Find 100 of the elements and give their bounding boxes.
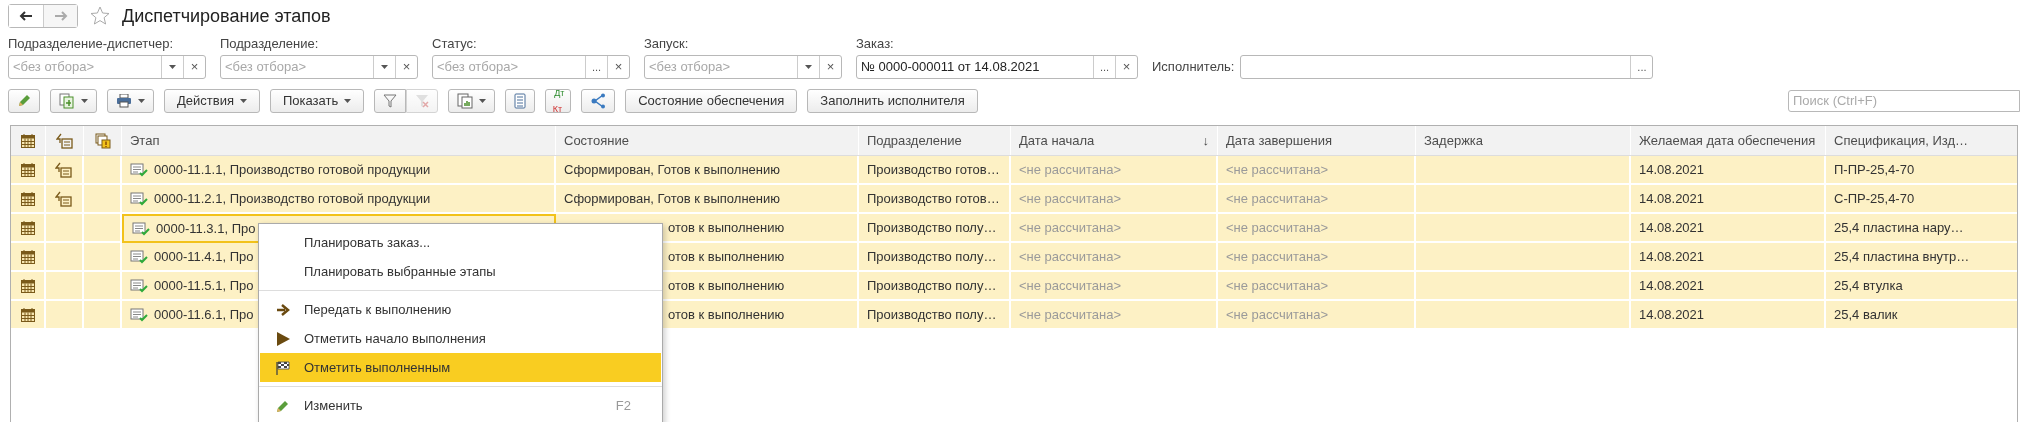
document-check-icon [130, 162, 148, 177]
document-check-icon [132, 221, 150, 236]
column-header[interactable]: Желаемая дата обеспечения [1631, 126, 1826, 155]
filter-label: Исполнитель: [1152, 58, 1235, 77]
table-cell: <не рассчитана> [1011, 243, 1218, 272]
table-cell: <не рассчитана> [1218, 185, 1416, 214]
calendar-icon [19, 190, 36, 207]
calendar-icon [19, 277, 36, 294]
table-cell: <не рассчитана> [1011, 301, 1218, 330]
arrow-right-icon [276, 303, 290, 316]
table-cell: <не рассчитана> [1218, 156, 1416, 185]
table-cell: 14.08.2021 [1631, 156, 1826, 185]
filter-label: Подразделение-диспетчер: [8, 36, 175, 52]
column-header[interactable]: Задержка [1416, 126, 1631, 155]
documents-icon [59, 93, 75, 109]
table-cell: <не рассчитана> [1218, 214, 1416, 243]
table-cell: С-ПР-25,4-70 [1826, 185, 2017, 214]
table-cell: 14.08.2021 [1631, 214, 1826, 243]
caret-icon [239, 99, 247, 103]
table-cell: Производство полу… [859, 272, 1011, 301]
filter-field[interactable]: <без отбора> × [8, 55, 206, 79]
column-header[interactable]: Этап [122, 126, 556, 155]
report-icon [457, 93, 474, 109]
table-cell: <не рассчитана> [1218, 301, 1416, 330]
list-button[interactable] [505, 89, 536, 113]
document-check-icon [130, 191, 148, 206]
menu-item[interactable]: Изменить F2 [260, 391, 661, 420]
column-header[interactable]: Подразделение [859, 126, 1011, 155]
table-cell: 0000-11.1.1, Производство готовой продукции [122, 156, 556, 185]
table-cell: 14.08.2021 [1631, 301, 1826, 330]
table-cell [84, 301, 122, 330]
window-title: Диспетчирование этапов [122, 4, 331, 28]
menu-button[interactable]: Действия [164, 89, 260, 113]
table-cell: Производство полу… [859, 301, 1011, 330]
table-cell [84, 243, 122, 272]
report-button[interactable] [448, 89, 496, 113]
column-header[interactable]: Состояние [556, 126, 859, 155]
dt-kt-button[interactable]: Дт Кт [545, 89, 572, 113]
print-button[interactable] [107, 89, 154, 113]
pencil-icon [276, 398, 290, 413]
table-cell: <не рассчитана> [1218, 243, 1416, 272]
calendar-icon [19, 219, 36, 236]
action-button[interactable]: Состояние обеспечения [625, 89, 798, 113]
caret-icon [169, 65, 176, 69]
table-cell [84, 214, 122, 243]
create-button[interactable] [50, 89, 97, 113]
caret-icon [81, 99, 88, 103]
shapes-icon [55, 190, 73, 207]
star-icon[interactable] [90, 6, 110, 26]
filter-field[interactable]: № 0000-000011 от 14.08.2021 ... × [856, 55, 1138, 79]
list-icon [514, 93, 527, 109]
table-cell: Производство готов… [859, 185, 1011, 214]
column-header[interactable]: Спецификация, Изд… [1826, 126, 2017, 155]
caret-icon [381, 65, 388, 69]
calendar-icon [19, 306, 36, 323]
pencil-icon [17, 94, 31, 108]
edit-button[interactable] [8, 89, 40, 113]
menu-button[interactable]: Показать [269, 89, 365, 113]
table-cell: П-ПР-25,4-70 [1826, 156, 2017, 185]
table-cell: <не рассчитана> [1218, 272, 1416, 301]
filter-field[interactable]: <без отбора> ... × [432, 55, 630, 79]
calendar-icon [19, 161, 36, 178]
arrow-right-icon [53, 11, 68, 21]
checkered-flag-icon [276, 360, 290, 375]
structure-button[interactable] [581, 89, 616, 113]
table-cell: <не рассчитана> [1011, 185, 1218, 214]
filter-label: Запуск: [644, 36, 690, 52]
document-check-icon [130, 249, 148, 264]
filter-field[interactable]: <без отбора> × [220, 55, 418, 79]
column-header[interactable]: Дата начала ↓ [1011, 126, 1218, 155]
table-cell: 14.08.2021 [1631, 243, 1826, 272]
caret-icon [805, 65, 812, 69]
table-cell: 25,4 пластина внутр… [1826, 243, 2017, 272]
calendar-icon [20, 132, 36, 149]
caret-icon [344, 99, 352, 103]
column-header[interactable]: Дата завершения [1218, 126, 1416, 155]
filter-label: Подразделение: [220, 36, 320, 52]
table-cell: 25,4 валик [1826, 301, 2017, 330]
action-button[interactable]: Заполнить исполнителя [807, 89, 978, 113]
filter-field[interactable]: <без отбора> × [644, 55, 842, 79]
filter-label: Заказ: [856, 36, 895, 52]
document-check-icon [130, 307, 148, 322]
copies-warning-icon [94, 132, 111, 149]
table-cell: 25,4 пластина нару… [1826, 214, 2017, 243]
shapes-icon [55, 161, 73, 178]
filter-button[interactable] [374, 89, 407, 113]
table-cell: 0000-11.2.1, Производство готовой продукции [122, 185, 556, 214]
arrow-left-icon [19, 11, 33, 21]
table-cell: <не рассчитана> [1011, 214, 1218, 243]
filter-field[interactable]: ... [1240, 55, 1654, 79]
menu-item[interactable]: Отметить выполненным [260, 353, 661, 382]
filter-clear-icon [415, 94, 430, 108]
branches-icon [590, 93, 607, 109]
table-cell: Производство готов… [859, 156, 1011, 185]
table-cell: 25,4 втулка [1826, 272, 2017, 301]
table-cell: Сформирован, Готов к выполнению [556, 156, 859, 185]
table-cell: 14.08.2021 [1631, 185, 1826, 214]
table-cell [84, 272, 122, 301]
shapes-icon [55, 132, 74, 149]
filter-icon [383, 94, 398, 108]
